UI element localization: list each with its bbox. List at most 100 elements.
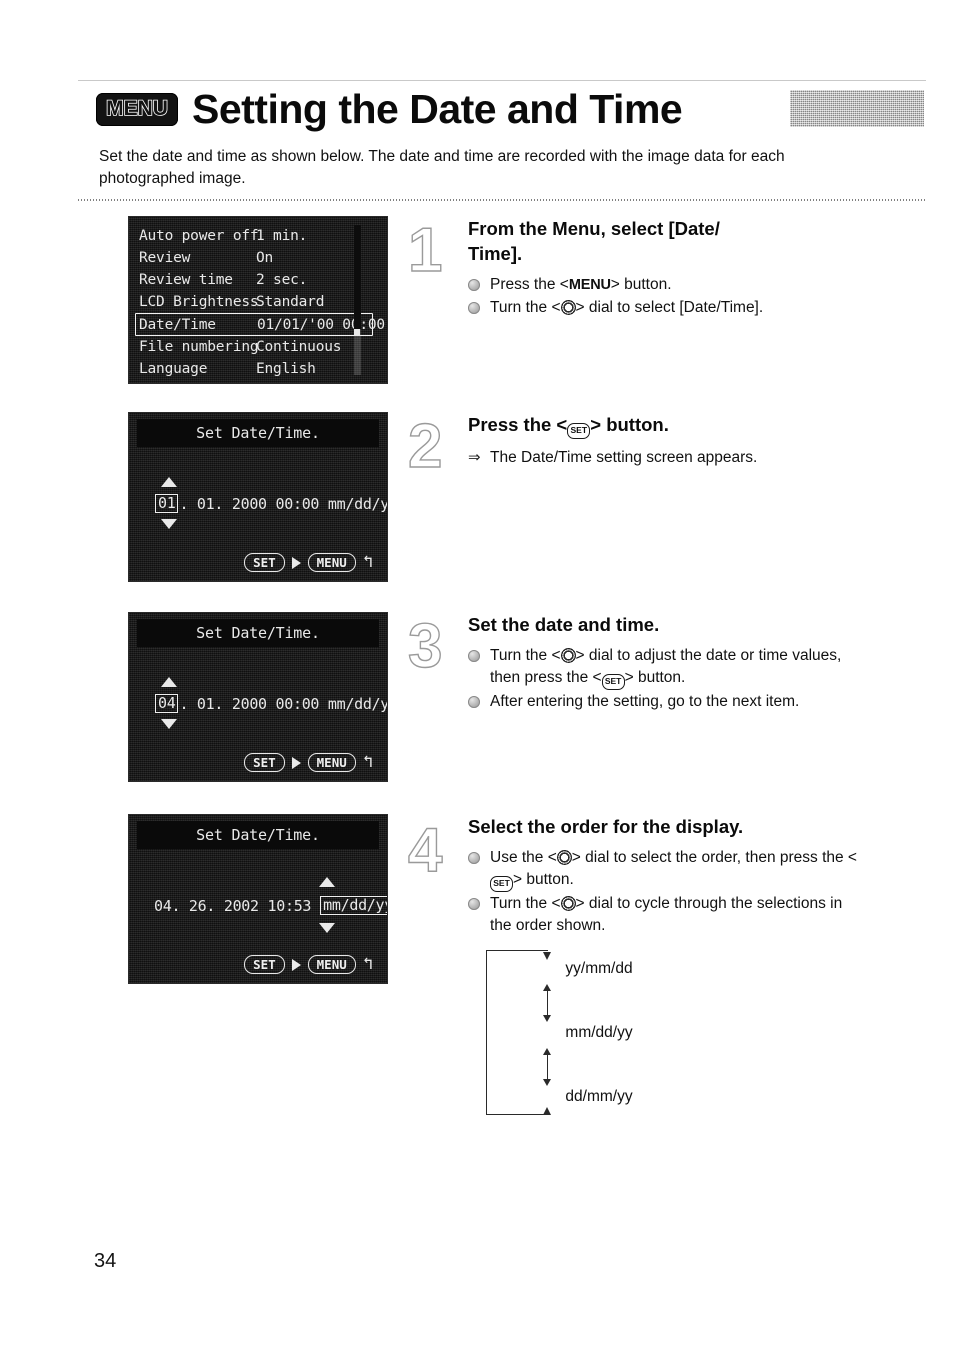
bullet-text: > button. [624, 669, 686, 686]
camera-menu-list: Auto power off 1 min. Review On Review t… [129, 217, 385, 380]
menu-value: Standard [256, 294, 325, 310]
lcd-screen-set-datetime-month-changed: Set Date/Time. 04. 01. 2000 00:00 mm/dd/… [128, 612, 388, 782]
bullet-text: > button. [610, 276, 672, 293]
step-3-bullet-2: After entering the setting, go to the ne… [468, 691, 868, 713]
set-pill-icon: SET [244, 553, 285, 572]
step-3-heading: Set the date and time. [468, 614, 660, 635]
step-number-2: 2 [407, 412, 443, 481]
page-number: 34 [94, 1250, 117, 1272]
menu-pill-icon: MENU [307, 955, 356, 974]
bullet-text: > button. [513, 871, 574, 888]
menu-label: Auto power off [139, 228, 259, 244]
menu-label: Date/Time [139, 316, 216, 333]
menu-value: On [256, 250, 274, 266]
datetime-remainder: . 01. 2000 00:00 mm/dd/yy [179, 494, 388, 513]
step-4-bullet-2: Turn the < > dial to cycle through the se… [468, 893, 868, 937]
cycle-double-arrow-2 [543, 1048, 552, 1086]
dial-icon [560, 648, 576, 663]
step-1-bullet-1: Press the <MENU> button. [468, 274, 868, 296]
lcd-footer-hints: SET MENU ↰ [244, 553, 373, 572]
down-caret-icon [161, 719, 177, 729]
lcd-screen-title: Set Date/Time. [137, 619, 379, 647]
bullet-text: > dial to select [Date/Time]. [575, 299, 764, 316]
right-arrow-icon [291, 756, 301, 769]
dial-icon [560, 896, 576, 911]
lcd-screen-set-datetime-format: Set Date/Time. 04. 26. 2002 10:53 mm/dd/y… [128, 814, 388, 984]
step-4-instructions: Select the order for the display. Use th… [468, 814, 868, 938]
up-caret-icon [161, 677, 177, 687]
menu-pill-icon: MENU [307, 753, 356, 772]
lcd-footer-hints: SET MENU ↰ [244, 955, 373, 974]
datetime-month-field-selected: 04 [155, 694, 179, 713]
cycle-option-3: dd/mm/yy [565, 1088, 633, 1105]
bullet-dot-icon [468, 852, 480, 864]
step-number-4: 4 [407, 816, 443, 885]
menu-label: Review [139, 250, 191, 266]
bullet-dot-icon [468, 279, 480, 291]
bullet-text: Press the < [490, 276, 569, 293]
bullet-dot-icon [468, 696, 480, 708]
menu-label: Review time [139, 272, 233, 288]
date-format-cycle-diagram: yy/mm/dd mm/dd/yy dd/mm/yy [486, 944, 696, 1120]
manual-page: MENU Setting the Date and Time Set the d… [0, 0, 954, 1349]
bullet-text: Turn the < [490, 647, 561, 664]
menu-row-file-numbering: File numbering Continuous [139, 336, 369, 358]
step-4-bullet-list: Use the < > dial to select the order, the… [468, 847, 868, 937]
lcd-screen-camera-menu: Auto power off 1 min. Review On Review t… [128, 216, 388, 384]
step-2-bullet-1: ⇒ The Date/Time setting screen appears. [468, 447, 868, 469]
menu-row-date-time-selected: Date/Time 01/01/'00 00:00 [135, 313, 385, 336]
cycle-arrow-into-first-icon [543, 952, 551, 960]
menu-scrollbar-thumb [354, 225, 361, 329]
section-divider [78, 199, 926, 201]
return-arrow-icon: ↰ [362, 752, 373, 772]
menu-scroll-position-marker [354, 329, 360, 335]
bullet-dot-icon [468, 898, 480, 910]
menu-badge-label: MENU [105, 96, 168, 121]
right-arrow-icon [291, 556, 301, 569]
step-4-bullet-1: Use the < > dial to select the order, the… [468, 847, 868, 892]
step-2-instructions: Press the < SET > button. ⇒ The Date/Time s… [468, 412, 868, 470]
menu-row-review-time: Review time 2 sec. [139, 269, 369, 291]
lcd-footer-hints: SET MENU ↰ [244, 753, 373, 772]
down-caret-icon [161, 519, 177, 529]
up-caret-icon [319, 877, 335, 887]
arrow-down-icon [543, 1079, 552, 1086]
set-pill-icon: SET [244, 955, 285, 974]
step-2-heading: Press the < SET > button. [468, 412, 868, 439]
menu-label: LCD Brightness [139, 294, 259, 310]
menu-label: Language [139, 361, 208, 377]
datetime-value-row: 01. 01. 2000 00:00 mm/dd/yy [155, 494, 388, 513]
set-key-icon: SET [490, 876, 513, 892]
menu-row-review: Review On [139, 247, 369, 269]
menu-value: 2 sec. [256, 272, 308, 288]
cycle-option-1: yy/mm/dd [565, 960, 633, 977]
lcd-screen-body: 04. 26. 2002 10:53 mm/dd/yy [129, 849, 387, 955]
arrow-up-icon [543, 984, 552, 991]
result-arrow-icon: ⇒ [468, 449, 481, 466]
dial-icon [560, 300, 576, 315]
datetime-month-field-selected: 01 [155, 494, 179, 513]
step-number-3: 3 [407, 612, 443, 681]
bullet-text: Turn the < [490, 299, 561, 316]
return-arrow-icon: ↰ [362, 552, 373, 572]
heading-text: Press the < [468, 414, 568, 435]
step-4-heading: Select the order for the display. [468, 816, 744, 837]
lcd-screen-title: Set Date/Time. [137, 419, 379, 447]
datetime-remainder: . 01. 2000 00:00 mm/dd/yy [179, 694, 388, 713]
step-3-bullet-1: Turn the < > dial to adjust the date or t… [468, 645, 868, 690]
datetime-value-row: 04. 26. 2002 10:53 mm/dd/yy [153, 896, 387, 915]
arrow-down-icon [543, 1015, 552, 1022]
datetime-value: 04. 26. 2002 10:53 [154, 896, 312, 915]
arrow-up-icon [543, 1048, 552, 1055]
menu-value: English [256, 361, 316, 377]
set-pill-icon: SET [244, 753, 285, 772]
bullet-dot-icon [468, 302, 480, 314]
cycle-double-arrow-1 [543, 984, 552, 1022]
return-arrow-icon: ↰ [362, 954, 373, 974]
lcd-screen-title: Set Date/Time. [137, 821, 379, 849]
step-1-heading-line1: From the Menu, select [Date/ [468, 218, 720, 239]
header-decoration-block [790, 90, 924, 127]
menu-value: 1 min. [256, 228, 308, 244]
step-3-instructions: Set the date and time. Turn the < > dial … [468, 612, 868, 714]
bullet-dot-icon [468, 650, 480, 662]
